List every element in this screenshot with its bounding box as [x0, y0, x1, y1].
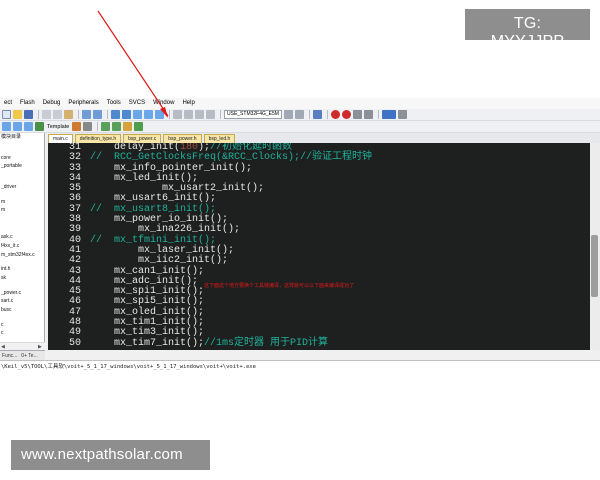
- code-token: mx_tim7_init();: [90, 337, 205, 349]
- toolbar-separator: [78, 110, 79, 119]
- target-name[interactable]: Template: [47, 124, 69, 130]
- menu-item-flash[interactable]: Flash: [16, 98, 39, 109]
- watermark-top: TG: MYYJJPP: [465, 9, 590, 50]
- project-tree-item[interactable]: m: [0, 198, 44, 207]
- panel-tab[interactable]: 0+ Te...: [19, 353, 39, 359]
- project-tree-item[interactable]: _portable: [0, 162, 44, 171]
- zoom-icon[interactable]: [313, 110, 322, 119]
- project-tree-item[interactable]: sk: [0, 274, 44, 283]
- menu-bar: ect Flash Debug Peripherals Tools SVCS Window H…: [0, 98, 600, 109]
- redo-icon[interactable]: [93, 110, 102, 119]
- editor-vscrollbar[interactable]: [590, 143, 600, 350]
- project-panel-tabs: Func... 0+ Te...: [0, 350, 45, 360]
- translate-icon[interactable]: [2, 122, 11, 131]
- menu-item-debug[interactable]: Debug: [39, 98, 65, 109]
- toolbar-separator: [309, 110, 310, 119]
- toolbar-separator: [327, 110, 328, 119]
- toolbar-separator: [107, 110, 108, 119]
- target-select[interactable]: USE_STM32F4G_E5M: [224, 110, 282, 119]
- undo-icon[interactable]: [82, 110, 91, 119]
- uncomment-icon[interactable]: [206, 110, 215, 119]
- nav-back-icon[interactable]: [111, 110, 120, 119]
- toolbar-separator: [169, 110, 170, 119]
- code-text: mx_tim7_init();//1ms定时器 用于PID计算: [90, 337, 329, 349]
- bookmark-next-icon[interactable]: [155, 110, 164, 119]
- build-icon[interactable]: [13, 122, 22, 131]
- project-tree-item[interactable]: sart.c: [0, 297, 44, 306]
- toolbar-separator: [220, 110, 221, 119]
- menu-item-svcs[interactable]: SVCS: [125, 98, 149, 109]
- file-tab[interactable]: bsp_led.h: [203, 134, 236, 143]
- save-icon[interactable]: [24, 110, 33, 119]
- project-tree-item[interactable]: m: [0, 206, 44, 215]
- bookmark-prev-icon[interactable]: [144, 110, 153, 119]
- toolbar-separator: [378, 110, 379, 119]
- file-tab-bar: main.c definition_type.h bsp_power.c bsp_po…: [48, 133, 600, 143]
- config-icon[interactable]: [398, 110, 407, 119]
- breakpoint-icon[interactable]: [342, 110, 351, 119]
- build-toolbar: Template: [0, 121, 600, 133]
- keil-ide-window: ect Flash Debug Peripherals Tools SVCS Window H…: [0, 98, 600, 373]
- editor-scroll-thumb[interactable]: [591, 235, 598, 297]
- pack-installer-icon[interactable]: [112, 122, 122, 131]
- code-line[interactable]: 50 mx_tim7_init();//1ms定时器 用于PID计算: [48, 337, 590, 349]
- file-tab[interactable]: definition_type.h: [74, 134, 122, 143]
- debug-start-icon[interactable]: [331, 110, 340, 119]
- menu-item-help[interactable]: Help: [178, 98, 198, 109]
- rebuild-icon[interactable]: [24, 122, 33, 131]
- menu-item-tools[interactable]: Tools: [103, 98, 125, 109]
- find-icon[interactable]: [284, 110, 293, 119]
- indent-icon[interactable]: [173, 110, 182, 119]
- code-editor[interactable]: 31 delay_init(180);//初始化延时函数 32// RCC_Get…: [48, 143, 590, 350]
- text-format-icon[interactable]: [83, 122, 93, 131]
- project-tree-item[interactable]: _power.c: [0, 289, 44, 298]
- code-comment: //1ms定时器 用于PID计算: [204, 337, 329, 349]
- project-tree-item[interactable]: m_stm32f4xx.c: [0, 251, 44, 260]
- watermark-bottom: www.nextpathsolar.com: [11, 440, 210, 470]
- select-pack-icon[interactable]: [123, 122, 133, 131]
- project-tree-item[interactable]: ask.c: [0, 233, 44, 242]
- tools-icon[interactable]: [364, 110, 373, 119]
- cut-icon[interactable]: [42, 110, 51, 119]
- comment-icon[interactable]: [195, 110, 204, 119]
- menu-item-peripherals[interactable]: Peripherals: [64, 98, 102, 109]
- paste-icon[interactable]: [64, 110, 73, 119]
- new-file-icon[interactable]: [2, 110, 11, 119]
- unindent-icon[interactable]: [184, 110, 193, 119]
- run-time-env-icon[interactable]: [134, 122, 144, 131]
- project-tree-item[interactable]: 模块目录: [0, 133, 44, 142]
- project-tree-item[interactable]: busc: [0, 306, 44, 315]
- nav-forward-icon[interactable]: [122, 110, 131, 119]
- panel-tab[interactable]: Func...: [0, 353, 19, 359]
- toolbar-separator: [38, 110, 39, 119]
- main-toolbar: USE_STM32F4G_E5M: [0, 109, 600, 121]
- red-annotation-note: 这下面这个地方要换个工具链编译，这样就可以以下面来编译成功了: [204, 283, 355, 289]
- project-tree-item[interactable]: core: [0, 154, 44, 163]
- bookmark-icon[interactable]: [133, 110, 142, 119]
- project-panel: 模块目录 core _portable _driverm m ask.c f4xx_it.c…: [0, 133, 45, 350]
- project-tree-item[interactable]: _driver: [0, 183, 44, 192]
- project-tree-item[interactable]: c: [0, 329, 44, 338]
- project-tree-item[interactable]: int.h: [0, 265, 44, 274]
- target-options-icon[interactable]: [72, 122, 82, 131]
- project-hscrollbar[interactable]: ◀ ▶: [0, 342, 45, 350]
- copy-icon[interactable]: [53, 110, 62, 119]
- menu-item-window[interactable]: Window: [149, 98, 178, 109]
- settings-icon[interactable]: [353, 110, 362, 119]
- file-tab[interactable]: bsp_power.h: [163, 134, 202, 143]
- line-number: 50: [68, 337, 81, 349]
- project-tree-item[interactable]: f4xx_it.c: [0, 242, 44, 251]
- find-in-files-icon[interactable]: [295, 110, 304, 119]
- file-tab[interactable]: main.c: [48, 134, 73, 143]
- manage-components-icon[interactable]: [101, 122, 111, 131]
- project-tree-item[interactable]: c: [0, 321, 44, 330]
- build-output-path: \Keil_v5\TOOL\工具软\voit+_5_1_17_windows\v…: [0, 360, 600, 373]
- open-file-icon[interactable]: [13, 110, 22, 119]
- window-layout-icon[interactable]: [382, 110, 396, 119]
- file-tab[interactable]: bsp_power.c: [123, 134, 162, 143]
- download-icon[interactable]: [35, 122, 44, 131]
- toolbar-separator: [97, 122, 99, 131]
- menu-item-ect[interactable]: ect: [0, 98, 16, 109]
